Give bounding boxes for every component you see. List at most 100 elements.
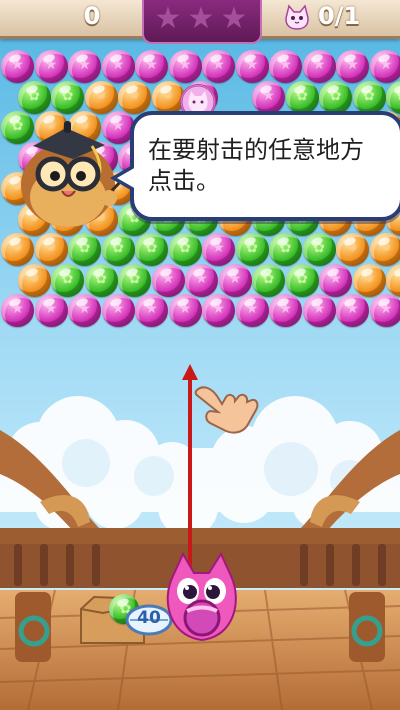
bubble-pink[interactable]: ★ [135, 50, 168, 83]
bubble-pink[interactable]: ★ [235, 50, 269, 83]
bubble-pink[interactable]: ★ [202, 50, 235, 83]
pink-bubble-motif-icon: ★ [312, 301, 326, 317]
bubble-pink[interactable]: ★ [151, 263, 185, 297]
bubble-pink[interactable]: ★ [218, 263, 252, 297]
bubble-pink[interactable]: ★ [1, 294, 34, 327]
green-bubble-motif-icon: ✿ [95, 270, 107, 287]
pink-bubble-motif-icon: ★ [178, 301, 192, 317]
bubble-green[interactable]: ✿ [235, 233, 269, 266]
bubble-pink[interactable]: ★ [319, 263, 352, 297]
pink-bubble-motif-icon: ★ [11, 57, 24, 73]
bubble-pink[interactable]: ★ [336, 50, 369, 83]
pink-bubble-motif-icon: ★ [178, 57, 192, 73]
bubble-pink[interactable]: ★ [302, 50, 336, 83]
bubble-pink[interactable]: ★ [68, 50, 101, 83]
bubble-green[interactable]: ✿ [285, 80, 319, 114]
bubble-pink[interactable]: ★ [235, 294, 269, 327]
bubble-pink[interactable]: ★ [168, 50, 202, 83]
pink-bubble-motif-icon: ★ [379, 57, 393, 73]
green-bubble-motif-icon: ✿ [313, 240, 325, 256]
bubble-green[interactable]: ✿ [101, 233, 135, 266]
pink-bubble-motif-icon: ★ [228, 270, 242, 287]
bubble-orange[interactable]: ✹ [336, 233, 369, 266]
pink-bubble-motif-icon: ★ [346, 301, 359, 317]
bubble-pink[interactable]: ★ [101, 294, 135, 327]
bubble-green[interactable]: ✿ [319, 80, 352, 114]
orange-bubble-motif-icon: ✹ [11, 240, 24, 256]
pink-bubble-motif-icon: ★ [329, 270, 342, 287]
pink-bubble-motif-icon: ★ [312, 57, 326, 73]
tutorial-speech-bubble: 在要射击的任意地方点击。 [110, 111, 400, 221]
bubble-pink[interactable]: ★ [369, 50, 400, 83]
bubble-green[interactable]: ✿ [269, 233, 302, 266]
bubble-green[interactable]: ✿ [302, 233, 336, 266]
bubble-orange[interactable]: ✹ [118, 80, 151, 114]
bubble-orange[interactable]: ✹ [1, 233, 34, 266]
goal-count: 0/1 [318, 2, 361, 30]
bubble-pink[interactable]: ★ [302, 294, 336, 327]
bubble-pink[interactable]: ★ [202, 233, 235, 266]
green-bubble-motif-icon: ✿ [386, 89, 400, 103]
bubble-green[interactable]: ✿ [135, 233, 168, 266]
bubble-pink[interactable]: ★ [34, 294, 68, 327]
green-bubble-motif-icon: ✿ [78, 240, 91, 256]
bubble-pink[interactable]: ★ [135, 294, 168, 327]
bubble-pink[interactable]: ★ [68, 294, 101, 327]
bubble-pink[interactable]: ★ [269, 294, 302, 327]
bubble-green[interactable]: ✿ [17, 80, 51, 114]
green-bubble-motif-icon: ✿ [61, 87, 74, 104]
pink-bubble-motif-icon: ★ [78, 301, 91, 317]
green-bubble-motif-icon: ✿ [112, 240, 124, 256]
star-icon: ★ [154, 1, 182, 36]
bubble-orange[interactable]: ✹ [386, 263, 400, 297]
bubble-pink[interactable]: ★ [269, 50, 302, 83]
orange-bubble-motif-icon: ✹ [45, 240, 57, 256]
star-icon: ★ [187, 1, 215, 36]
green-bubble-motif-icon: ✿ [145, 240, 158, 256]
pink-bubble-motif-icon: ★ [346, 57, 359, 73]
pink-bubble-motif-icon: ★ [212, 301, 225, 317]
bubble-green[interactable]: ✿ [51, 80, 84, 114]
bubble-pink[interactable]: ★ [1, 50, 34, 83]
green-bubble-motif-icon: ✿ [296, 270, 308, 287]
bubble-pink[interactable]: ★ [202, 294, 235, 327]
bubble-green[interactable]: ✿ [285, 263, 319, 297]
bubble-pink[interactable]: ★ [101, 50, 135, 83]
bubble-orange[interactable]: ✹ [84, 80, 118, 114]
bubble-green[interactable]: ✿ [118, 263, 151, 297]
pink-bubble-motif-icon: ★ [379, 301, 393, 317]
bubble-green[interactable]: ✿ [68, 233, 101, 266]
shooter-cat-icon[interactable] [159, 552, 244, 646]
bubble-orange[interactable]: ✹ [369, 233, 400, 266]
pink-bubble-motif-icon: ★ [212, 240, 225, 256]
star-icon: ★ [220, 1, 248, 36]
bubble-pink[interactable]: ★ [168, 294, 202, 327]
bubble-green[interactable]: ✿ [84, 263, 118, 297]
bubble-green[interactable]: ✿ [386, 80, 400, 114]
game-stage[interactable]: 0 ★ ★ ★ 0/1 ★★★★★★★★★★★★✿✿✹✹✹★★✿✿✿✿✿✹✹★★… [0, 0, 400, 710]
orange-bubble-motif-icon: ✹ [363, 270, 375, 287]
bubble-pink[interactable]: ★ [185, 263, 218, 297]
bubble-orange[interactable]: ✹ [352, 263, 386, 297]
tap-hand-icon [194, 386, 259, 434]
bubble-orange[interactable]: ✹ [34, 233, 68, 266]
bubble-pink[interactable]: ★ [252, 80, 285, 114]
bubble-orange[interactable]: ✹ [17, 263, 51, 297]
goal-cat-icon [285, 4, 309, 30]
pink-bubble-motif-icon: ★ [245, 57, 259, 73]
bubble-pink[interactable]: ★ [336, 294, 369, 327]
star-progress-panel: ★ ★ ★ [142, 0, 262, 44]
bubble-pink[interactable]: ★ [34, 50, 68, 83]
hud-bar: 0 ★ ★ ★ 0/1 [0, 0, 400, 44]
pink-bubble-motif-icon: ★ [212, 57, 225, 73]
pink-bubble-motif-icon: ★ [145, 301, 158, 317]
pink-bubble-motif-icon: ★ [161, 270, 175, 287]
green-bubble-motif-icon: ✿ [246, 240, 258, 256]
green-bubble-motif-icon: ✿ [279, 240, 292, 256]
bubble-green[interactable]: ✿ [51, 263, 84, 297]
orange-bubble-motif-icon: ✹ [346, 240, 359, 256]
bubble-green[interactable]: ✿ [252, 263, 285, 297]
bubble-green[interactable]: ✿ [168, 233, 202, 266]
bubble-green[interactable]: ✿ [352, 80, 386, 114]
bubble-pink[interactable]: ★ [369, 294, 400, 327]
